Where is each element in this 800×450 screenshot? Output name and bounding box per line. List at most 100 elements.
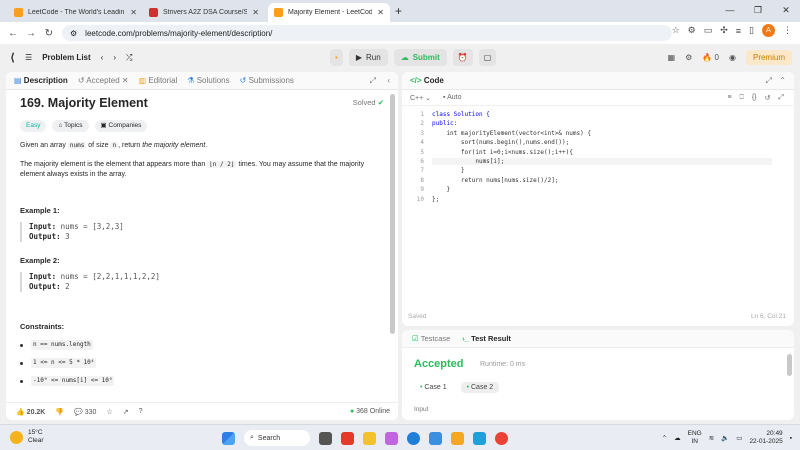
run-button[interactable]: ▶ Run [348, 49, 388, 66]
result-scrollbar[interactable] [787, 354, 792, 376]
reload-icon[interactable]: ↻ [40, 28, 58, 39]
wifi-icon[interactable]: ≋ [709, 434, 714, 442]
leetcode-logo-icon[interactable]: ⟨ [10, 51, 15, 64]
share-icon[interactable]: ↗ [123, 408, 129, 416]
tab-editorial[interactable]: ▥ Editorial [139, 76, 178, 85]
taskbar-search[interactable]: ⌕ Search [244, 430, 310, 446]
notes-button[interactable]: ▢ [478, 49, 497, 66]
terminal-app-icon[interactable] [473, 431, 486, 445]
close-icon[interactable]: ✕ [122, 76, 129, 85]
profile-avatar[interactable]: A [762, 24, 775, 37]
photos-app-icon[interactable] [385, 431, 398, 445]
case-1-tab[interactable]: • Case 1 [414, 382, 453, 393]
difficulty-badge[interactable]: Easy [20, 120, 47, 132]
edge-browser-icon[interactable] [407, 431, 420, 445]
fullscreen-icon[interactable]: ⤢ [778, 94, 784, 102]
tab-submissions[interactable]: ↺ Submissions [240, 76, 294, 85]
layout-icon[interactable]: ▦ [668, 53, 676, 62]
companies-tag[interactable]: ▣ Companies [94, 120, 148, 132]
expand-icon[interactable]: ⤢ [766, 76, 772, 86]
minimize-icon[interactable]: — [716, 0, 744, 20]
language-indicator[interactable]: ENG IN [688, 430, 702, 446]
like-button[interactable]: 👍 20.2K [16, 408, 45, 416]
user-avatar-icon[interactable]: ◉ [729, 53, 736, 62]
browser-tab-majority-element[interactable]: Majority Element - LeetCode ✕ [268, 3, 390, 22]
settings-app-icon[interactable] [429, 431, 442, 445]
browser-tab-strivers[interactable]: Strivers A2Z DSA Course/Shee ✕ [143, 3, 265, 22]
close-window-icon[interactable]: ✕ [772, 0, 800, 20]
collapse-icon[interactable]: ⌃ [779, 76, 786, 85]
cast-icon[interactable]: ▭ [704, 25, 713, 36]
problem-list-link[interactable]: Problem List [42, 53, 90, 62]
expand-icon[interactable]: ⤢ [370, 76, 376, 86]
chrome-browser-icon[interactable] [495, 431, 508, 445]
url-text: leetcode.com/problems/majority-element/d… [85, 28, 273, 38]
windows-start-icon[interactable] [222, 431, 235, 445]
streak-counter[interactable]: 🔥 0 [702, 53, 719, 62]
settings-gear-icon[interactable]: ⚙ [685, 53, 692, 62]
maximize-icon[interactable]: ❐ [744, 0, 772, 20]
prev-problem-icon[interactable]: ‹ [101, 53, 104, 62]
collapse-icon[interactable]: ‹ [387, 76, 390, 85]
battery-icon[interactable]: ▭ [736, 434, 742, 442]
tray-chevron-icon[interactable]: ⌃ [662, 434, 667, 442]
brave-browser-icon[interactable] [341, 431, 354, 445]
extension-icon[interactable]: ⚙ [688, 25, 696, 36]
puzzle-icon[interactable]: ✣ [720, 25, 728, 36]
language-select[interactable]: C++ ⌄ [410, 94, 431, 102]
tab-test-result[interactable]: ›_ Test Result [462, 334, 511, 343]
clock[interactable]: 20:49 22-01-2025 [749, 430, 782, 446]
task-view-icon[interactable] [319, 431, 332, 445]
bookmark-icon[interactable]: ⎕ [740, 94, 744, 102]
file-explorer-icon[interactable] [363, 431, 376, 445]
tab-testcase[interactable]: ☑ Testcase [412, 334, 450, 343]
companies-label: Companies [108, 122, 142, 129]
submit-button[interactable]: ☁ Submit [393, 49, 447, 66]
close-icon[interactable]: ✕ [252, 8, 259, 17]
code-editor[interactable]: 1 class Solution {2 public: 3 int majorityE… [402, 106, 794, 203]
reset-icon[interactable]: ↺ [765, 94, 771, 102]
site-info-icon[interactable]: ⚙ [70, 29, 77, 38]
tab-description[interactable]: ▤ Description [14, 76, 68, 85]
menu-dots-icon[interactable]: ⋮ [783, 25, 792, 36]
shuffle-icon[interactable]: ⤮ [126, 53, 132, 63]
auto-mode[interactable]: ▪ Auto [443, 94, 461, 101]
description-scrollbar[interactable] [390, 94, 395, 334]
vlc-app-icon[interactable] [451, 431, 464, 445]
problem-list-icon[interactable]: ☰ [25, 53, 32, 62]
volume-icon[interactable]: 🔈 [721, 434, 729, 442]
bookmark-star-icon[interactable]: ☆ [672, 25, 680, 36]
online-count: ● 368 Online [350, 408, 390, 415]
help-icon[interactable]: ? [139, 408, 143, 415]
back-icon[interactable]: ← [4, 28, 22, 39]
close-icon[interactable]: ✕ [130, 8, 137, 17]
thumbs-up-icon: 👍 [16, 408, 25, 416]
problem-tags: Easy ⌂ Topics ▣ Companies [20, 120, 384, 132]
favorite-star-icon[interactable]: ☆ [106, 408, 112, 416]
sidebar-icon[interactable]: ▯ [749, 25, 754, 36]
url-bar[interactable]: ⚙ leetcode.com/problems/majority-element… [62, 25, 672, 41]
dislike-icon[interactable]: 👎 [55, 408, 64, 416]
premium-button[interactable]: Premium [745, 50, 792, 65]
temperature: 15°C [28, 429, 43, 436]
tab-solutions[interactable]: ⚗ Solutions [187, 76, 229, 85]
new-tab-icon[interactable]: + [395, 4, 402, 18]
cloud-icon[interactable]: ☁ [674, 434, 681, 442]
tab-accepted[interactable]: ↺ Accepted ✕ [78, 76, 129, 85]
format-icon[interactable]: ≡ [728, 94, 732, 102]
browser-tab-leetcode[interactable]: LeetCode - The World's Leadin ✕ [8, 3, 143, 22]
next-problem-icon[interactable]: › [113, 53, 116, 62]
debug-button[interactable]: ▪ [330, 49, 343, 66]
braces-icon[interactable]: {} [752, 94, 757, 102]
topics-tag[interactable]: ⌂ Topics [52, 120, 89, 132]
streak-count: 0 [714, 53, 719, 62]
comments-button[interactable]: 💬 330 [74, 408, 96, 416]
notifications-icon[interactable]: ▪ [790, 435, 792, 442]
forward-icon[interactable]: → [22, 28, 40, 39]
code-tab[interactable]: </> Code [410, 76, 444, 85]
case-2-tab[interactable]: • Case 2 [460, 382, 500, 393]
timer-button[interactable]: ⏰ [452, 49, 473, 66]
media-icon[interactable]: ≡ [736, 26, 741, 36]
close-icon[interactable]: ✕ [377, 8, 384, 17]
weather-widget[interactable]: 15°C Clear [10, 429, 44, 445]
